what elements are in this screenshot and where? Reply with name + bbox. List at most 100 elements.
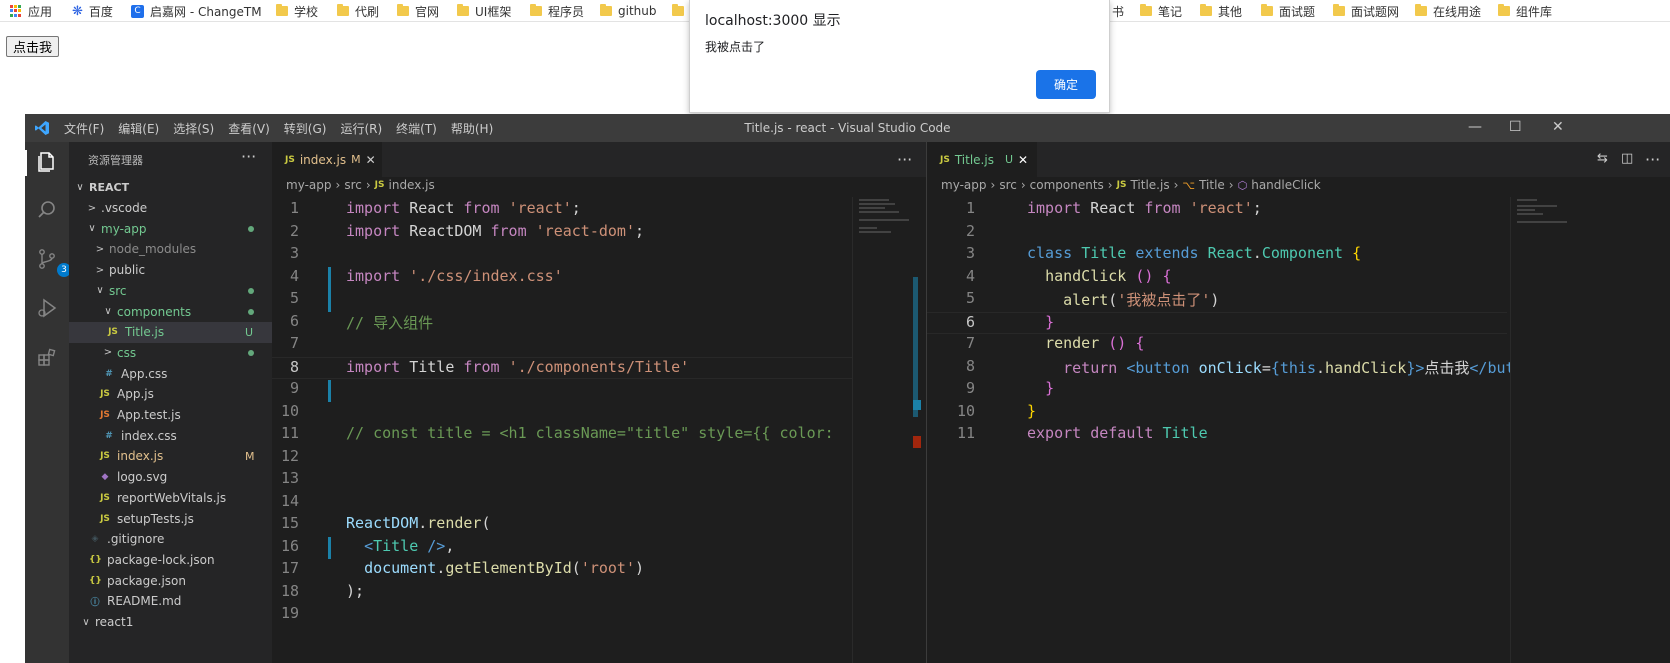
code-line: 6 } — [927, 311, 1507, 334]
tree-folder[interactable]: ∨ src — [69, 281, 272, 302]
bookmark-folder[interactable]: 组件库 — [1498, 3, 1552, 19]
tree-folder[interactable]: > .vscode — [69, 198, 272, 219]
line-number: 17 — [280, 559, 299, 577]
bookmark-folder[interactable]: 笔记 — [1140, 3, 1182, 19]
code-text: return <button onClick={this.handClick}>… — [1027, 357, 1514, 380]
more-actions-icon[interactable]: ··· — [897, 150, 912, 169]
breadcrumb-item[interactable]: index.js — [389, 178, 435, 192]
tree-file[interactable]: # index.css — [69, 425, 272, 446]
close-tab-icon[interactable]: ✕ — [1018, 153, 1028, 167]
bookmark-folder[interactable]: 程序员 — [530, 3, 584, 19]
bookmark-baidu[interactable]: ❋ 百度 — [72, 3, 113, 19]
bookmark-folder[interactable]: 学校 — [276, 3, 318, 19]
bookmark-folder[interactable]: 面试题网 — [1333, 3, 1399, 19]
click-me-button[interactable]: 点击我 — [6, 36, 60, 57]
menu-item[interactable]: 运行(R) — [340, 120, 382, 137]
bookmark-folder[interactable]: github — [600, 3, 656, 19]
line-number: 2 — [289, 221, 299, 240]
tree-file[interactable]: ◈ .gitignore — [69, 529, 272, 550]
bookmark-folder[interactable] — [672, 3, 684, 19]
line-number: 12 — [280, 446, 299, 465]
code-text: document.getElementById('root') — [346, 559, 644, 582]
tree-item-label: App.js — [117, 387, 154, 402]
run-debug-icon[interactable] — [34, 297, 60, 323]
tab-index-js[interactable]: JS index.js M ✕ — [272, 142, 382, 177]
explorer-icon[interactable] — [34, 150, 60, 176]
search-icon[interactable] — [34, 199, 60, 225]
maximize-icon[interactable]: ☐ — [1509, 119, 1522, 135]
more-actions-icon[interactable]: ··· — [1645, 150, 1660, 169]
tree-folder[interactable]: ∨ REACT — [69, 177, 272, 198]
bookmark-folder[interactable]: 在线用途 — [1415, 3, 1481, 19]
bookmark-changetm[interactable]: C 启嘉网 - ChangeTM — [131, 3, 262, 19]
menu-item[interactable]: 编辑(E) — [118, 120, 159, 137]
tab-title-js[interactable]: JS Title.js U ✕ — [927, 142, 1037, 177]
code-token: } — [1045, 312, 1055, 331]
tree-folder[interactable]: ∨ components — [69, 301, 272, 322]
tree-folder[interactable]: > public — [69, 260, 272, 281]
extensions-icon[interactable] — [34, 346, 60, 372]
menu-item[interactable]: 转到(G) — [284, 120, 327, 137]
tree-folder[interactable]: ∨ react1 — [69, 612, 272, 633]
minimap[interactable] — [852, 197, 912, 663]
code-token: // 导入组件 — [346, 313, 434, 332]
tree-file[interactable]: ◆ logo.svg — [69, 467, 272, 488]
bookmark-label: 百度 — [88, 4, 113, 19]
bookmark-folder[interactable]: 书 — [1112, 3, 1124, 19]
code-token: button — [1135, 358, 1190, 377]
file-type-icon: JS — [100, 451, 110, 462]
tree-file[interactable]: JS setupTests.js — [69, 508, 272, 529]
split-editor-icon[interactable]: ◫ — [1621, 151, 1633, 166]
bookmark-folder[interactable]: 代刷 — [337, 3, 379, 19]
bookmark-apps[interactable]: 应用 — [10, 3, 52, 19]
open-changes-icon[interactable]: ⇆ — [1597, 151, 1608, 166]
more-actions-icon[interactable]: ··· — [241, 147, 256, 166]
breadcrumb-item[interactable]: src — [999, 178, 1017, 192]
menu-item[interactable]: 选择(S) — [173, 120, 214, 137]
breadcrumb-item[interactable]: handleClick — [1251, 178, 1321, 192]
menu-item[interactable]: 查看(V) — [228, 120, 270, 137]
bookmark-folder[interactable]: 面试题 — [1261, 3, 1315, 19]
folder-icon — [1415, 4, 1427, 16]
tree-file[interactable]: JS App.js — [69, 384, 272, 405]
menu-item[interactable]: 文件(F) — [64, 120, 104, 137]
tree-file[interactable]: JS index.js M — [69, 446, 272, 467]
bookmark-folder[interactable]: 官网 — [397, 3, 439, 19]
bookmark-folder[interactable]: 其他 — [1200, 3, 1242, 19]
tree-file[interactable]: {} package.json — [69, 570, 272, 591]
tree-folder[interactable]: ∨ my-app — [69, 218, 272, 239]
line-number: 5 — [289, 289, 299, 307]
explorer-sidebar: 资源管理器 ··· ∨ REACT > .vscode ∨ my-app > node_mod… — [69, 142, 272, 663]
class-symbol-icon: ⌥ — [1182, 178, 1196, 192]
bookmark-label: 启嘉网 - ChangeTM — [150, 4, 262, 19]
tree-file[interactable]: {} package-lock.json — [69, 550, 272, 571]
file-type-icon: # — [105, 430, 113, 441]
close-icon[interactable]: ✕ — [1552, 119, 1564, 135]
breadcrumb-item[interactable]: my-app — [286, 178, 332, 192]
code-token: ( — [481, 514, 491, 532]
source-control-icon[interactable]: 3 — [34, 248, 71, 277]
menu-item[interactable]: 终端(T) — [396, 120, 437, 137]
tree-file[interactable]: JS Title.js U — [69, 321, 272, 343]
tree-folder[interactable]: > css — [69, 343, 272, 364]
menu-item[interactable]: 帮助(H) — [451, 120, 493, 137]
scrollbar[interactable] — [913, 277, 918, 417]
close-tab-icon[interactable]: ✕ — [366, 153, 376, 167]
ok-button[interactable]: 确定 — [1036, 70, 1096, 99]
breadcrumb-item[interactable]: components — [1030, 178, 1104, 192]
breadcrumb-item[interactable]: my-app — [941, 178, 987, 192]
bookmark-folder[interactable]: UI框架 — [457, 3, 511, 19]
tree-file[interactable]: # App.css — [69, 363, 272, 384]
breadcrumb-item[interactable]: src — [344, 178, 362, 192]
tree-file[interactable]: JS App.test.js — [69, 405, 272, 426]
code-token: import — [346, 199, 401, 217]
breadcrumb-item[interactable]: Title — [1199, 178, 1225, 192]
minimize-icon[interactable]: — — [1468, 119, 1482, 135]
minimap[interactable] — [1510, 197, 1570, 663]
tree-file[interactable]: JS reportWebVitals.js — [69, 488, 272, 509]
tree-file[interactable]: ⓘ README.md — [69, 591, 272, 612]
breadcrumb-item[interactable]: Title.js — [1130, 178, 1169, 192]
code-text: <Title />, — [346, 537, 454, 560]
tree-folder[interactable]: > node_modules — [69, 239, 272, 260]
